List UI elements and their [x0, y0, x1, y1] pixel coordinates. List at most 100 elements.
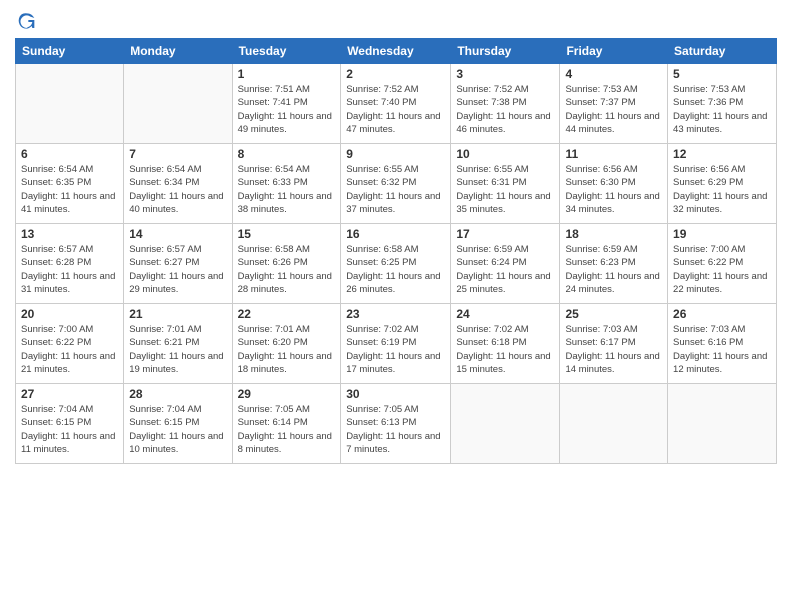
day-number: 11: [565, 147, 662, 161]
day-number: 5: [673, 67, 771, 81]
calendar-week-3: 13 Sunrise: 6:57 AMSunset: 6:28 PMDayligh…: [16, 224, 777, 304]
day-number: 18: [565, 227, 662, 241]
day-number: 20: [21, 307, 118, 321]
weekday-header-thursday: Thursday: [451, 39, 560, 64]
day-detail: Sunrise: 7:00 AMSunset: 6:22 PMDaylight:…: [21, 323, 118, 376]
day-number: 25: [565, 307, 662, 321]
day-detail: Sunrise: 6:55 AMSunset: 6:31 PMDaylight:…: [456, 163, 554, 216]
day-number: 19: [673, 227, 771, 241]
calendar-cell: 1 Sunrise: 7:51 AMSunset: 7:41 PMDaylight…: [232, 64, 341, 144]
calendar-header: SundayMondayTuesdayWednesdayThursdayFrid…: [16, 39, 777, 64]
day-detail: Sunrise: 6:55 AMSunset: 6:32 PMDaylight:…: [346, 163, 445, 216]
weekday-header-sunday: Sunday: [16, 39, 124, 64]
calendar-cell: 28Sunrise: 7:04 AMSunset: 6:15 PMDayligh…: [124, 384, 232, 464]
day-number: 9: [346, 147, 445, 161]
calendar-table: SundayMondayTuesdayWednesdayThursdayFrid…: [15, 38, 777, 464]
calendar-cell: 5 Sunrise: 7:53 AMSunset: 7:36 PMDaylight…: [668, 64, 777, 144]
calendar-week-5: 27 Sunrise: 7:04 AMSunset: 6:15 PMDayligh…: [16, 384, 777, 464]
day-detail: Sunrise: 6:54 AMSunset: 6:35 PMDaylight:…: [21, 163, 118, 216]
calendar-cell: 15 Sunrise: 6:58 AMSunset: 6:26 PMDayligh…: [232, 224, 341, 304]
day-detail: Sunrise: 6:56 AMSunset: 6:29 PMDaylight:…: [673, 163, 771, 216]
weekday-header-row: SundayMondayTuesdayWednesdayThursdayFrid…: [16, 39, 777, 64]
day-number: 30: [346, 387, 445, 401]
calendar-cell: 10Sunrise: 6:55 AMSunset: 6:31 PMDayligh…: [451, 144, 560, 224]
day-number: 2: [346, 67, 445, 81]
weekday-header-saturday: Saturday: [668, 39, 777, 64]
calendar-cell: 20 Sunrise: 7:00 AMSunset: 6:22 PMDayligh…: [16, 304, 124, 384]
day-detail: Sunrise: 7:02 AMSunset: 6:19 PMDaylight:…: [346, 323, 445, 376]
calendar-cell: [668, 384, 777, 464]
day-number: 24: [456, 307, 554, 321]
header: [15, 10, 777, 30]
day-number: 16: [346, 227, 445, 241]
calendar-cell: [560, 384, 668, 464]
day-number: 4: [565, 67, 662, 81]
calendar-cell: 22 Sunrise: 7:01 AMSunset: 6:20 PMDayligh…: [232, 304, 341, 384]
day-number: 3: [456, 67, 554, 81]
calendar-week-4: 20 Sunrise: 7:00 AMSunset: 6:22 PMDayligh…: [16, 304, 777, 384]
day-detail: Sunrise: 6:57 AMSunset: 6:28 PMDaylight:…: [21, 243, 118, 296]
day-detail: Sunrise: 7:05 AMSunset: 6:13 PMDaylight:…: [346, 403, 445, 456]
day-detail: Sunrise: 7:53 AMSunset: 7:36 PMDaylight:…: [673, 83, 771, 136]
calendar-cell: 12 Sunrise: 6:56 AMSunset: 6:29 PMDayligh…: [668, 144, 777, 224]
logo: [15, 10, 39, 30]
calendar-cell: 24Sunrise: 7:02 AMSunset: 6:18 PMDayligh…: [451, 304, 560, 384]
calendar-cell: 13 Sunrise: 6:57 AMSunset: 6:28 PMDayligh…: [16, 224, 124, 304]
day-detail: Sunrise: 7:01 AMSunset: 6:21 PMDaylight:…: [129, 323, 226, 376]
calendar-cell: 25 Sunrise: 7:03 AMSunset: 6:17 PMDayligh…: [560, 304, 668, 384]
day-number: 21: [129, 307, 226, 321]
calendar-cell: 3 Sunrise: 7:52 AMSunset: 7:38 PMDaylight…: [451, 64, 560, 144]
calendar-cell: 7 Sunrise: 6:54 AMSunset: 6:34 PMDaylight…: [124, 144, 232, 224]
day-number: 12: [673, 147, 771, 161]
day-detail: Sunrise: 7:52 AMSunset: 7:40 PMDaylight:…: [346, 83, 445, 136]
calendar-cell: 26Sunrise: 7:03 AMSunset: 6:16 PMDayligh…: [668, 304, 777, 384]
day-number: 27: [21, 387, 118, 401]
day-number: 7: [129, 147, 226, 161]
day-number: 6: [21, 147, 118, 161]
calendar-cell: 21 Sunrise: 7:01 AMSunset: 6:21 PMDayligh…: [124, 304, 232, 384]
page: SundayMondayTuesdayWednesdayThursdayFrid…: [0, 0, 792, 612]
day-detail: Sunrise: 7:03 AMSunset: 6:17 PMDaylight:…: [565, 323, 662, 376]
day-detail: Sunrise: 6:54 AMSunset: 6:34 PMDaylight:…: [129, 163, 226, 216]
weekday-header-friday: Friday: [560, 39, 668, 64]
day-detail: Sunrise: 7:04 AMSunset: 6:15 PMDaylight:…: [129, 403, 226, 456]
calendar-week-1: 1 Sunrise: 7:51 AMSunset: 7:41 PMDaylight…: [16, 64, 777, 144]
weekday-header-wednesday: Wednesday: [341, 39, 451, 64]
day-number: 8: [238, 147, 336, 161]
day-detail: Sunrise: 7:03 AMSunset: 6:16 PMDaylight:…: [673, 323, 771, 376]
calendar-body: 1 Sunrise: 7:51 AMSunset: 7:41 PMDaylight…: [16, 64, 777, 464]
day-detail: Sunrise: 6:59 AMSunset: 6:23 PMDaylight:…: [565, 243, 662, 296]
day-number: 22: [238, 307, 336, 321]
day-number: 29: [238, 387, 336, 401]
calendar-cell: 23 Sunrise: 7:02 AMSunset: 6:19 PMDayligh…: [341, 304, 451, 384]
day-number: 23: [346, 307, 445, 321]
day-detail: Sunrise: 7:52 AMSunset: 7:38 PMDaylight:…: [456, 83, 554, 136]
calendar-week-2: 6 Sunrise: 6:54 AMSunset: 6:35 PMDaylight…: [16, 144, 777, 224]
day-number: 13: [21, 227, 118, 241]
day-number: 17: [456, 227, 554, 241]
day-detail: Sunrise: 7:51 AMSunset: 7:41 PMDaylight:…: [238, 83, 336, 136]
day-detail: Sunrise: 7:04 AMSunset: 6:15 PMDaylight:…: [21, 403, 118, 456]
calendar-cell: 29 Sunrise: 7:05 AMSunset: 6:14 PMDayligh…: [232, 384, 341, 464]
calendar-cell: 16Sunrise: 6:58 AMSunset: 6:25 PMDayligh…: [341, 224, 451, 304]
calendar-cell: 6 Sunrise: 6:54 AMSunset: 6:35 PMDaylight…: [16, 144, 124, 224]
day-detail: Sunrise: 7:05 AMSunset: 6:14 PMDaylight:…: [238, 403, 336, 456]
day-detail: Sunrise: 7:00 AMSunset: 6:22 PMDaylight:…: [673, 243, 771, 296]
calendar-cell: 2 Sunrise: 7:52 AMSunset: 7:40 PMDaylight…: [341, 64, 451, 144]
day-detail: Sunrise: 7:53 AMSunset: 7:37 PMDaylight:…: [565, 83, 662, 136]
day-detail: Sunrise: 6:58 AMSunset: 6:26 PMDaylight:…: [238, 243, 336, 296]
calendar-cell: 17Sunrise: 6:59 AMSunset: 6:24 PMDayligh…: [451, 224, 560, 304]
calendar-cell: 14Sunrise: 6:57 AMSunset: 6:27 PMDayligh…: [124, 224, 232, 304]
day-number: 1: [238, 67, 336, 81]
logo-icon: [17, 10, 37, 30]
weekday-header-tuesday: Tuesday: [232, 39, 341, 64]
calendar-cell: [16, 64, 124, 144]
calendar-cell: [451, 384, 560, 464]
calendar-cell: 8Sunrise: 6:54 AMSunset: 6:33 PMDaylight…: [232, 144, 341, 224]
day-detail: Sunrise: 7:01 AMSunset: 6:20 PMDaylight:…: [238, 323, 336, 376]
day-number: 14: [129, 227, 226, 241]
day-number: 15: [238, 227, 336, 241]
calendar-cell: 30 Sunrise: 7:05 AMSunset: 6:13 PMDayligh…: [341, 384, 451, 464]
calendar-cell: 27 Sunrise: 7:04 AMSunset: 6:15 PMDayligh…: [16, 384, 124, 464]
calendar-cell: 9 Sunrise: 6:55 AMSunset: 6:32 PMDaylight…: [341, 144, 451, 224]
